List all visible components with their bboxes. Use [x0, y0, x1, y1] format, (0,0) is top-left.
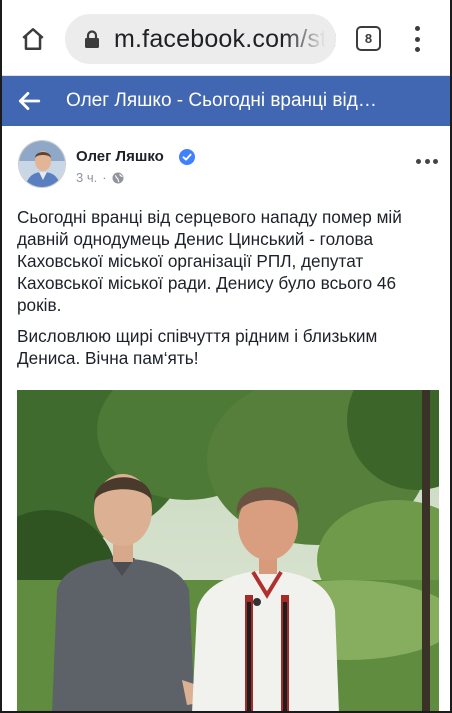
post-header: Олег Ляшко 3 ч. · — [2, 126, 450, 194]
home-button[interactable] — [16, 22, 50, 56]
post-meta: 3 ч. · — [76, 170, 124, 185]
post-photo[interactable] — [17, 390, 439, 711]
home-icon — [22, 28, 44, 50]
more-vert-icon — [414, 26, 420, 31]
post-time[interactable]: 3 ч. — [76, 170, 97, 185]
verified-badge-icon — [179, 149, 195, 165]
phone-screen: m.facebook.com/sto 8 Олег Ляшко - Сьогод… — [0, 0, 452, 713]
globe-icon — [112, 172, 124, 183]
tab-switcher-button[interactable]: 8 — [356, 26, 381, 51]
browser-menu-button[interactable] — [405, 24, 429, 54]
tab-count: 8 — [364, 31, 373, 46]
more-horiz-icon — [416, 158, 421, 164]
avatar-image — [19, 141, 65, 187]
author-name[interactable]: Олег Ляшко — [76, 148, 164, 165]
back-arrow-icon[interactable] — [16, 88, 42, 114]
page-title: Олег Ляшко - Сьогодні вранці від… — [66, 90, 377, 111]
photo-image — [17, 390, 439, 711]
avatar[interactable] — [18, 140, 66, 188]
browser-toolbar: m.facebook.com/sto 8 — [2, 0, 450, 76]
post-paragraph: Сьогодні вранці від серцевого нападу пом… — [17, 207, 402, 315]
lock-icon — [85, 30, 99, 48]
facebook-header: Олег Ляшко - Сьогодні вранці від… — [2, 76, 450, 126]
address-bar[interactable]: m.facebook.com/sto — [65, 14, 336, 64]
post-options-button[interactable] — [416, 156, 438, 166]
post-paragraph: Висловлюю щирі співчуття рідним і близьк… — [17, 326, 378, 368]
post-body: Сьогодні вранці від серцевого нападу пом… — [17, 206, 442, 378]
url-fade — [284, 14, 336, 64]
dot-separator: · — [102, 170, 107, 185]
